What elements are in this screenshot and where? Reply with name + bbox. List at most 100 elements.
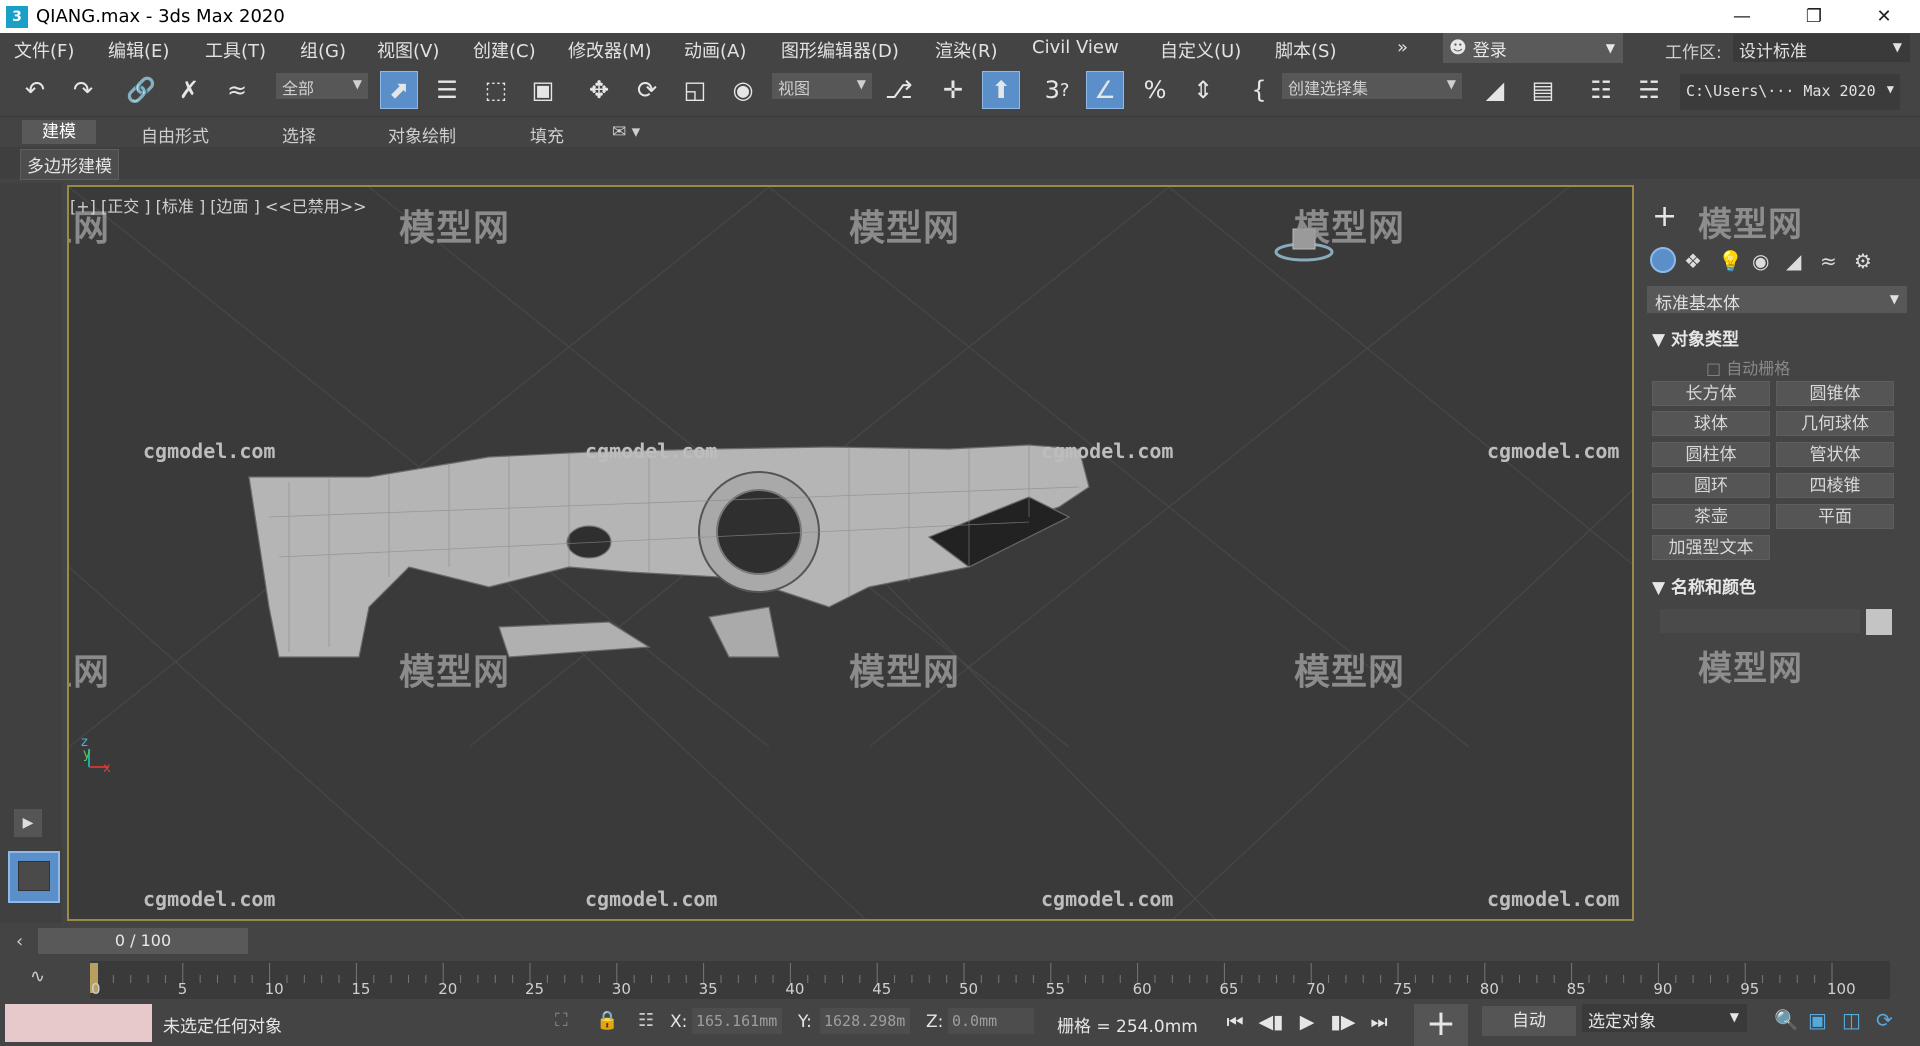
menu-animation[interactable]: 动画(A) (684, 37, 746, 63)
y-coord-field[interactable]: 1628.298m (820, 1008, 910, 1034)
scale-icon[interactable]: ◱ (676, 71, 714, 109)
percent-snap-icon[interactable]: % (1136, 71, 1174, 109)
curve-editor-icon[interactable]: ∿ (30, 966, 45, 987)
x-coord-field[interactable]: 165.161mm (692, 1008, 782, 1034)
teapot-button[interactable]: 茶壶 (1652, 504, 1770, 529)
tab-freeform[interactable]: 自由形式 (141, 122, 209, 147)
tab-modeling[interactable]: 建模 (22, 120, 96, 144)
window-crossing-icon[interactable]: ▣ (524, 71, 562, 109)
zoom-all-icon[interactable]: ▣ (1808, 1008, 1827, 1032)
undo-icon[interactable]: ↶ (16, 71, 54, 109)
spinner-snap-icon[interactable]: ⇕ (1184, 71, 1222, 109)
menu-customize[interactable]: 自定义(U) (1160, 37, 1241, 63)
zoom-extents-icon[interactable]: ◫ (1842, 1008, 1861, 1032)
mirror-icon[interactable]: ◢ (1476, 71, 1514, 109)
section-object-type-header[interactable]: ▼ 对象类型 (1652, 325, 1739, 350)
maximize-button[interactable]: ❐ (1786, 0, 1842, 33)
viewport-front[interactable]: z y x 模型网 模型网 模型网 模型网 模型网 模型网 模型网 模型网 cg… (67, 185, 1634, 921)
close-button[interactable]: ✕ (1856, 0, 1912, 33)
menu-overflow-icon[interactable]: » (1397, 37, 1408, 58)
ribbon-panel-polygon-modeling[interactable]: 多边形建模 (20, 149, 119, 180)
menu-civil-view[interactable]: Civil View (1032, 37, 1119, 58)
set-key-icon[interactable]: + (1414, 1004, 1468, 1046)
orbit-icon[interactable]: ⟳ (1876, 1008, 1893, 1032)
auto-key-button[interactable]: 自动 (1482, 1006, 1576, 1036)
go-to-start-icon[interactable]: ⏮ (1220, 1008, 1250, 1036)
viewport-label-menu[interactable]: [+] [正交 ] [标准 ] [边面 ] <<已禁用>> (70, 193, 367, 217)
selection-filter-select[interactable]: 全部 ▼ (276, 73, 368, 99)
ribbon-options-icon[interactable]: ✉ ▾ (612, 122, 640, 142)
geometry-icon[interactable] (1650, 247, 1676, 273)
bind-space-warp-icon[interactable]: ≈ (218, 71, 256, 109)
viewport-layout-thumbnail[interactable] (8, 851, 60, 903)
plane-button[interactable]: 平面 (1776, 504, 1894, 529)
reference-coord-select[interactable]: 视图 ▼ (772, 73, 872, 99)
go-to-end-icon[interactable]: ⏭ (1364, 1008, 1394, 1036)
menu-file[interactable]: 文件(F) (14, 37, 74, 63)
previous-frame-icon[interactable]: ◀▮ (1256, 1008, 1286, 1036)
select-manipulate-icon[interactable]: ✛ (934, 71, 972, 109)
link-icon[interactable]: 🔗 (122, 71, 160, 109)
prev-frame-icon[interactable]: ‹ (16, 931, 23, 952)
menu-graph-editors[interactable]: 图形编辑器(D) (781, 37, 899, 63)
named-selection-set-select[interactable]: 创建选择集 ▼ (1282, 73, 1462, 99)
lock-icon[interactable]: 🔒 (596, 1010, 618, 1031)
section-name-color-header[interactable]: ▼ 名称和颜色 (1652, 573, 1756, 598)
next-frame-icon[interactable]: ▮▶ (1328, 1008, 1358, 1036)
project-path-dropdown[interactable]: C:\Users\··· Max 2020 ▼ (1680, 74, 1900, 110)
login-dropdown[interactable]: ☻ 登录 ▼ (1443, 33, 1623, 63)
key-filter-select[interactable]: 选定对象 ▼ (1582, 1004, 1747, 1032)
tab-selection[interactable]: 选择 (282, 122, 316, 147)
pyramid-button[interactable]: 四棱锥 (1776, 473, 1894, 498)
unlink-icon[interactable]: ✗ (170, 71, 208, 109)
lights-icon[interactable]: 💡 (1718, 249, 1743, 273)
menu-views[interactable]: 视图(V) (377, 37, 439, 63)
tab-populate[interactable]: 填充 (530, 122, 564, 147)
systems-icon[interactable]: ⚙ (1854, 249, 1872, 273)
absolute-mode-icon[interactable]: ☷ (638, 1010, 654, 1031)
redo-icon[interactable]: ↷ (64, 71, 102, 109)
rectangular-selection-icon[interactable]: ⬚ (477, 71, 515, 109)
object-name-input[interactable] (1660, 609, 1860, 633)
auto-grid-checkbox[interactable]: □ 自动栅格 (1706, 355, 1790, 379)
minimize-button[interactable]: — (1714, 0, 1770, 33)
menu-edit[interactable]: 编辑(E) (108, 37, 169, 63)
menu-modifiers[interactable]: 修改器(M) (568, 37, 652, 63)
menu-create[interactable]: 创建(C) (473, 37, 536, 63)
isolate-selection-icon[interactable]: ⛶ (555, 1010, 568, 1031)
place-icon[interactable]: ◉ (724, 71, 762, 109)
expand-arrow-icon[interactable]: ▶ (14, 809, 42, 837)
zoom-icon[interactable]: 🔍 (1774, 1008, 1799, 1032)
angle-snap-icon[interactable]: ∠ (1086, 71, 1124, 109)
shapes-icon[interactable]: ❖ (1684, 249, 1702, 273)
helpers-icon[interactable]: ◢ (1786, 249, 1801, 273)
keyboard-shortcut-override-icon[interactable]: ⬆ (982, 71, 1020, 109)
layer-explorer-icon[interactable]: ☵ (1630, 71, 1668, 109)
tube-button[interactable]: 管状体 (1776, 442, 1894, 467)
snap-toggle-icon[interactable]: 3? (1038, 71, 1076, 109)
maxscript-listener[interactable] (5, 1004, 152, 1042)
create-tab-icon[interactable]: + (1652, 199, 1677, 234)
menu-scripting[interactable]: 脚本(S) (1275, 37, 1336, 63)
workspace-select[interactable]: 设计标准 ▼ (1733, 34, 1910, 62)
select-object-icon[interactable]: ⬈ (380, 71, 418, 109)
z-coord-field[interactable]: 0.0mm (948, 1008, 1034, 1034)
cone-button[interactable]: 圆锥体 (1776, 381, 1894, 406)
box-button[interactable]: 长方体 (1652, 381, 1770, 406)
select-by-name-icon[interactable]: ☰ (428, 71, 466, 109)
cylinder-button[interactable]: 圆柱体 (1652, 442, 1770, 467)
space-warps-icon[interactable]: ≈ (1820, 249, 1837, 273)
menu-tools[interactable]: 工具(T) (205, 37, 266, 63)
edit-named-selection-icon[interactable]: { (1240, 71, 1278, 109)
object-color-swatch[interactable] (1866, 609, 1892, 635)
tab-object-paint[interactable]: 对象绘制 (388, 122, 456, 147)
torus-button[interactable]: 圆环 (1652, 473, 1770, 498)
menu-group[interactable]: 组(G) (300, 37, 346, 63)
sphere-button[interactable]: 球体 (1652, 411, 1770, 436)
pivot-center-icon[interactable]: ⎇ (880, 71, 918, 109)
rotate-icon[interactable]: ⟳ (628, 71, 666, 109)
text-plus-button[interactable]: 加强型文本 (1652, 535, 1770, 560)
time-slider[interactable]: 0 / 100 (38, 928, 248, 954)
scene-explorer-icon[interactable]: ☷ (1582, 71, 1620, 109)
align-icon[interactable]: ▤ (1524, 71, 1562, 109)
